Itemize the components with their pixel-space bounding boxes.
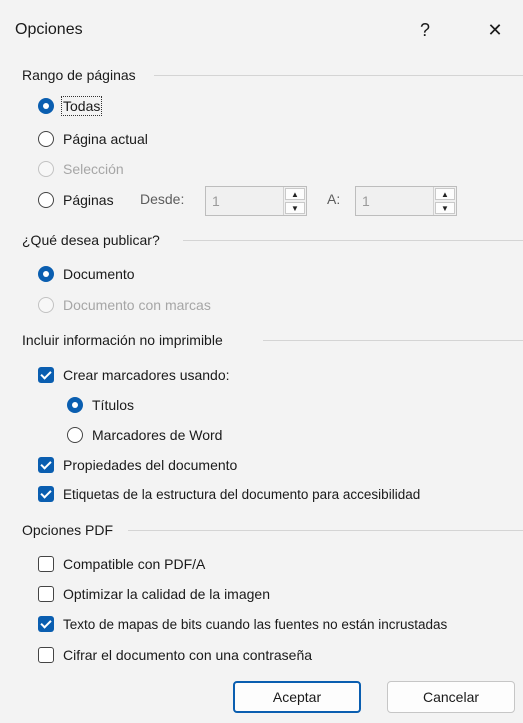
- radio-all-pages[interactable]: Todas: [38, 95, 103, 117]
- to-page-stepper[interactable]: 1 ▲ ▼: [355, 186, 457, 216]
- checkbox-optimize-image[interactable]: Optimizar la calidad de la imagen: [38, 583, 270, 605]
- ok-button[interactable]: Aceptar: [233, 681, 361, 713]
- radio-document-markup-label: Documento con marcas: [63, 297, 211, 313]
- close-icon: ✕: [487, 19, 503, 40]
- radio-selection-label: Selección: [63, 161, 124, 177]
- stepper-arrows: ▲ ▼: [433, 187, 456, 215]
- radio-pages[interactable]: Páginas: [38, 189, 114, 211]
- checkbox-indicator[interactable]: [38, 367, 54, 383]
- radio-indicator[interactable]: [67, 427, 83, 443]
- checkbox-create-bookmarks[interactable]: Crear marcadores usando:: [38, 364, 230, 386]
- checkbox-indicator[interactable]: [38, 586, 54, 602]
- to-page-value[interactable]: 1: [356, 187, 433, 215]
- checkbox-create-bookmarks-label: Crear marcadores usando:: [63, 367, 230, 383]
- stepper-arrows: ▲ ▼: [283, 187, 306, 215]
- divider: [183, 240, 523, 241]
- checkbox-indicator[interactable]: [38, 556, 54, 572]
- radio-indicator[interactable]: [67, 397, 83, 413]
- from-page-stepper[interactable]: 1 ▲ ▼: [205, 186, 307, 216]
- radio-document-label: Documento: [63, 266, 135, 282]
- checkbox-document-properties-label: Propiedades del documento: [63, 457, 238, 473]
- checkbox-pdfa-label: Compatible con PDF/A: [63, 556, 206, 572]
- checkbox-encrypt[interactable]: Cifrar el documento con una contraseña: [38, 644, 312, 666]
- radio-indicator: [38, 161, 54, 177]
- radio-word-bookmarks-label: Marcadores de Word: [92, 427, 223, 443]
- radio-word-bookmarks[interactable]: Marcadores de Word: [67, 424, 222, 446]
- radio-indicator[interactable]: [38, 266, 54, 282]
- to-label: A:: [327, 191, 341, 207]
- from-page-value[interactable]: 1: [206, 187, 283, 215]
- checkbox-indicator[interactable]: [38, 616, 54, 632]
- publish-group-label: ¿Qué desea publicar?: [22, 232, 160, 248]
- chevron-up-icon[interactable]: ▲: [285, 188, 305, 200]
- chevron-down-icon[interactable]: ▼: [435, 202, 455, 214]
- radio-headings-label: Títulos: [92, 397, 135, 413]
- radio-indicator: [38, 297, 54, 313]
- checkbox-indicator[interactable]: [38, 486, 54, 502]
- radio-headings[interactable]: Títulos: [67, 394, 134, 416]
- title-bar: Opciones ? ✕: [0, 0, 523, 60]
- checkbox-indicator[interactable]: [38, 457, 54, 473]
- close-button[interactable]: ✕: [475, 12, 515, 48]
- radio-document-markup: Documento con marcas: [38, 294, 211, 316]
- dialog-title: Opciones: [15, 21, 83, 38]
- radio-current-page-label: Página actual: [63, 131, 148, 147]
- divider: [154, 75, 523, 76]
- radio-all-pages-label: Todas: [60, 96, 103, 116]
- checkbox-optimize-image-label: Optimizar la calidad de la imagen: [63, 586, 270, 602]
- divider: [263, 340, 523, 341]
- radio-selection: Selección: [38, 158, 124, 180]
- radio-document[interactable]: Documento: [38, 263, 135, 285]
- checkbox-structure-tags[interactable]: Etiquetas de la estructura del documento…: [38, 483, 420, 505]
- radio-indicator[interactable]: [38, 131, 54, 147]
- checkbox-bitmap-text[interactable]: Texto de mapas de bits cuando las fuente…: [38, 613, 447, 635]
- checkbox-pdfa[interactable]: Compatible con PDF/A: [38, 553, 205, 575]
- cancel-button[interactable]: Cancelar: [387, 681, 515, 713]
- chevron-down-icon[interactable]: ▼: [285, 202, 305, 214]
- checkbox-document-properties[interactable]: Propiedades del documento: [38, 454, 237, 476]
- checkbox-indicator[interactable]: [38, 647, 54, 663]
- page-range-group-label: Rango de páginas: [22, 67, 136, 83]
- radio-pages-label: Páginas: [63, 192, 114, 208]
- chevron-up-icon[interactable]: ▲: [435, 188, 455, 200]
- nonprint-group-label: Incluir información no imprimible: [22, 332, 223, 348]
- divider: [128, 530, 523, 531]
- help-button[interactable]: ?: [405, 12, 445, 48]
- from-label: Desde:: [140, 191, 185, 207]
- help-icon: ?: [419, 19, 430, 40]
- pdf-options-group-label: Opciones PDF: [22, 522, 114, 538]
- radio-indicator[interactable]: [38, 98, 54, 114]
- checkbox-bitmap-text-label: Texto de mapas de bits cuando las fuente…: [63, 616, 448, 632]
- checkbox-structure-tags-label: Etiquetas de la estructura del documento…: [63, 486, 421, 502]
- radio-indicator[interactable]: [38, 192, 54, 208]
- checkbox-encrypt-label: Cifrar el documento con una contraseña: [63, 647, 313, 663]
- radio-current-page[interactable]: Página actual: [38, 128, 148, 150]
